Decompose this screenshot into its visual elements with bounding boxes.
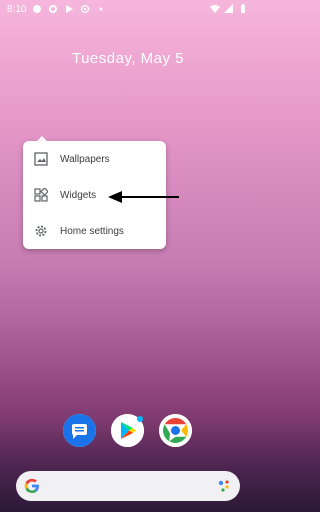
play-store-app-icon[interactable] [111, 414, 144, 447]
assistant-icon[interactable] [218, 478, 230, 494]
play-icon [66, 5, 73, 13]
battery-icon [241, 4, 245, 13]
menu-item-wallpapers[interactable]: Wallpapers [23, 141, 166, 177]
app-dock [0, 414, 256, 450]
messages-app-icon[interactable] [63, 414, 96, 447]
wifi-icon [210, 5, 220, 13]
notification-dot-icon [33, 5, 41, 13]
status-time: 8:10 [7, 4, 27, 15]
at-sign-icon [80, 4, 90, 14]
gear-icon [49, 5, 57, 13]
home-date: Tuesday, May 5 [71, 50, 185, 67]
menu-item-home-settings[interactable]: Home settings [23, 213, 166, 249]
menu-item-label: Wallpapers [60, 153, 110, 165]
dot-icon [99, 7, 103, 11]
google-search-bar[interactable] [16, 471, 240, 501]
pointer-arrow-icon [108, 191, 179, 203]
messages-icon [63, 414, 96, 447]
chrome-app-icon[interactable] [159, 414, 192, 447]
google-g-icon [24, 478, 39, 493]
status-bar: 8:10 [0, 0, 256, 20]
menu-item-label: Widgets [60, 189, 97, 201]
chrome-icon [159, 414, 192, 447]
wallpaper-icon [34, 152, 48, 166]
system-icons [210, 4, 248, 14]
widgets-icon [34, 188, 48, 202]
play-store-icon [111, 414, 144, 447]
notification-icons [32, 4, 106, 14]
signal-icon [224, 4, 233, 13]
gear-icon [35, 225, 47, 237]
menu-item-label: Home settings [60, 225, 124, 237]
